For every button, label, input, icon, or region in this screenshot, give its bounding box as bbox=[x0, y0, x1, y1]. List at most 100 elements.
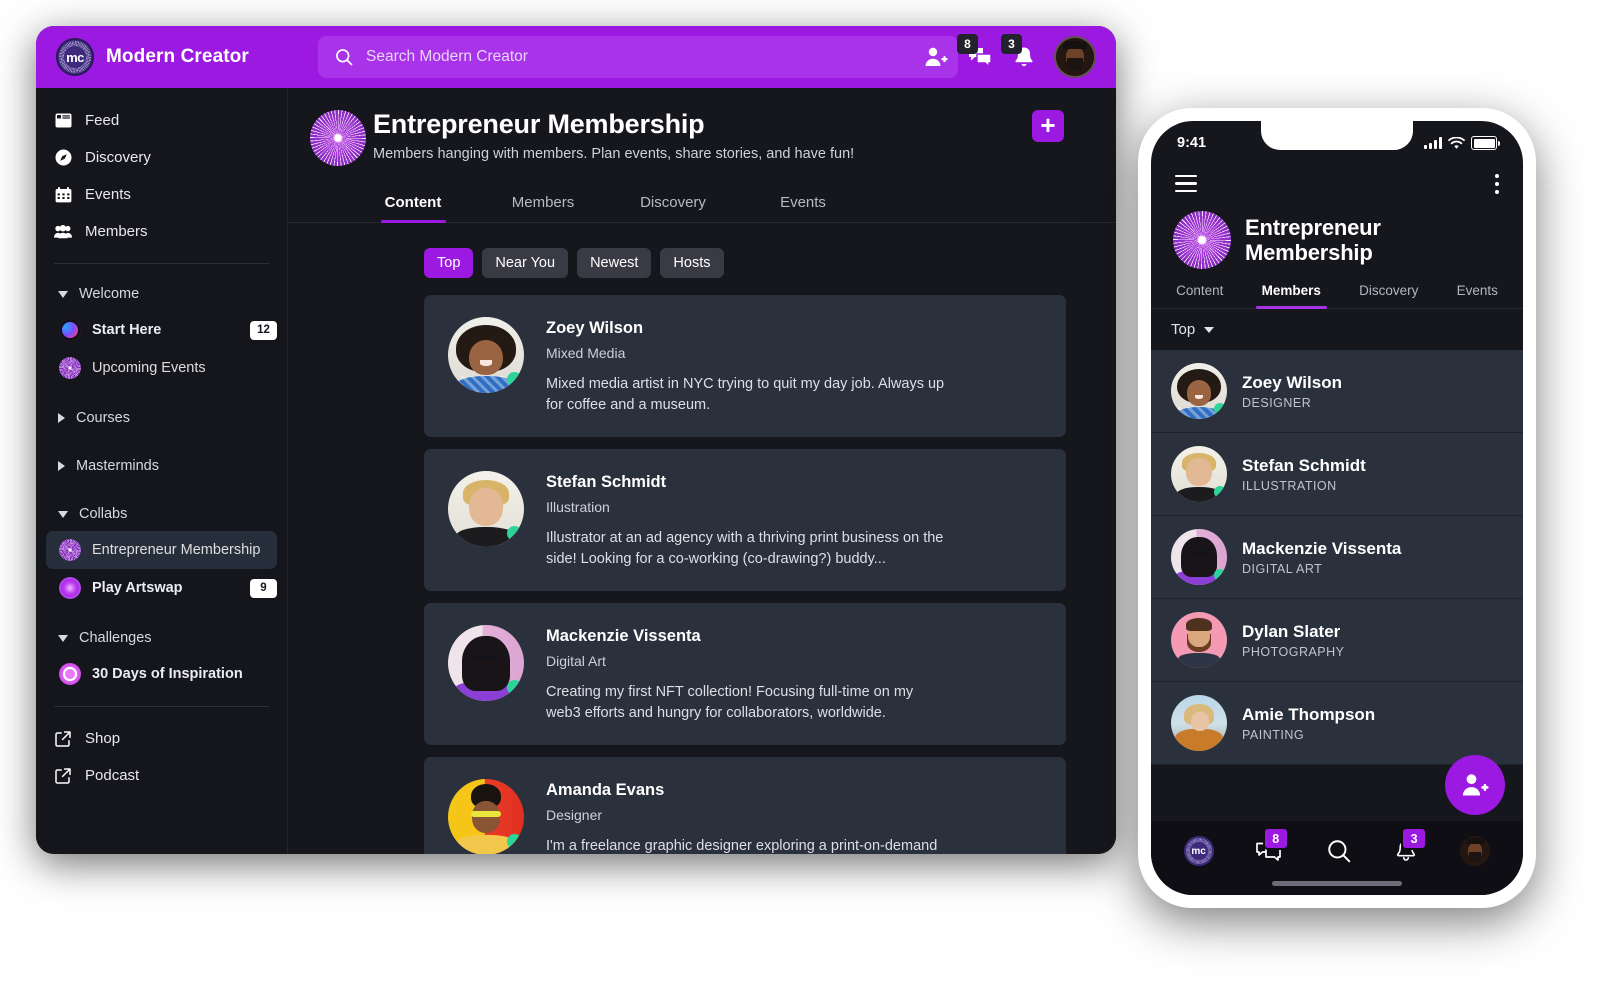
avatar-glasses bbox=[470, 810, 502, 818]
sidebar-group-welcome[interactable]: Welcome bbox=[36, 277, 287, 311]
tab-members[interactable]: Members bbox=[478, 194, 608, 222]
avatar-clothing bbox=[1177, 653, 1221, 668]
tab-members[interactable]: Members bbox=[1255, 283, 1328, 309]
status-time: 9:41 bbox=[1177, 135, 1207, 151]
burst-logo bbox=[1173, 211, 1231, 269]
list-item[interactable]: Amie Thompson PAINTING bbox=[1151, 682, 1523, 765]
hamburger-menu-icon[interactable] bbox=[1175, 174, 1197, 198]
member-name: Zoey Wilson bbox=[546, 319, 644, 337]
table-row[interactable]: Zoey Wilson Mixed Media Mixed media arti… bbox=[424, 295, 1066, 438]
avatar-clothing bbox=[1175, 728, 1223, 751]
avatar bbox=[1171, 695, 1227, 751]
tab-discovery[interactable]: Discovery bbox=[608, 194, 738, 222]
filter-chip-top[interactable]: Top bbox=[424, 248, 474, 278]
sidebar-group-collabs[interactable]: Collabs bbox=[36, 497, 287, 531]
avatar bbox=[448, 471, 524, 548]
sidebar-group-masterminds[interactable]: Masterminds bbox=[36, 449, 287, 483]
notifications-button[interactable]: 3 bbox=[1001, 34, 1038, 71]
filter-chip-newest[interactable]: Newest bbox=[577, 248, 652, 278]
nav-notifications-button[interactable]: 3 bbox=[1393, 827, 1428, 864]
list-item[interactable]: Zoey Wilson DESIGNER bbox=[1151, 350, 1523, 433]
kebab-menu-icon[interactable] bbox=[1495, 174, 1499, 198]
sidebar-item-events[interactable]: Events bbox=[36, 176, 287, 213]
member-info: Dylan Slater PHOTOGRAPHY bbox=[1242, 622, 1345, 659]
member-role: PHOTOGRAPHY bbox=[1242, 644, 1345, 659]
member-role: Designer bbox=[546, 807, 603, 824]
sidebar-group-label: Masterminds bbox=[76, 458, 159, 474]
member-role: DIGITAL ART bbox=[1242, 561, 1323, 576]
tab-discovery[interactable]: Discovery bbox=[1359, 283, 1418, 308]
chevron-down-icon bbox=[1204, 326, 1215, 333]
sidebar-item-play-artswap[interactable]: Play Artswap 9 bbox=[46, 569, 277, 607]
sidebar-item-30-days-of-inspiration[interactable]: 30 Days of Inspiration bbox=[46, 655, 277, 693]
purple-radial-avatar bbox=[59, 577, 81, 599]
sort-dropdown[interactable]: Top bbox=[1151, 309, 1523, 350]
avatar bbox=[1171, 529, 1227, 585]
page-title: Entrepreneur Membership bbox=[1245, 214, 1381, 265]
nav-profile-button[interactable] bbox=[1460, 836, 1491, 866]
unread-count-badge: 9 bbox=[250, 578, 277, 598]
sidebar-item-label: Feed bbox=[85, 112, 120, 129]
mobile-screen: 9:41 Entrepreneur Membership Content Mem… bbox=[1151, 121, 1523, 895]
mobile-topnav bbox=[1151, 165, 1523, 201]
member-bio: Mixed media artist in NYC trying to quit… bbox=[546, 376, 945, 413]
sidebar-item-label: Podcast bbox=[85, 767, 140, 784]
brand-logo-area[interactable]: Modern Creator bbox=[36, 38, 288, 76]
sidebar-item-podcast[interactable]: Podcast bbox=[36, 757, 287, 794]
wifi-icon bbox=[1448, 136, 1465, 149]
avatar-glasses bbox=[473, 654, 499, 661]
messages-button[interactable]: 8 bbox=[957, 34, 994, 71]
sidebar-item-members[interactable]: Members bbox=[36, 213, 287, 250]
mobile-tabs: Content Members Discovery Events bbox=[1151, 277, 1523, 309]
sidebar-item-entrepreneur-membership[interactable]: Entrepreneur Membership bbox=[46, 531, 277, 569]
tab-events[interactable]: Events bbox=[1457, 283, 1498, 308]
add-person-icon bbox=[925, 47, 948, 66]
list-item[interactable]: Mackenzie Vissenta DIGITAL ART bbox=[1151, 516, 1523, 599]
desktop-app-window: Modern Creator Search Modern Creator bbox=[36, 26, 1116, 854]
sidebar-group-courses[interactable]: Courses bbox=[36, 401, 287, 435]
sidebar-item-upcoming-events[interactable]: Upcoming Events bbox=[46, 349, 277, 387]
table-row[interactable]: Stefan Schmidt Illustration Illustrator … bbox=[424, 449, 1066, 592]
filter-chip-hosts[interactable]: Hosts bbox=[660, 248, 724, 278]
desktop-topbar: Modern Creator Search Modern Creator bbox=[36, 26, 1116, 88]
member-info: Amie Thompson PAINTING bbox=[1242, 705, 1375, 742]
add-button[interactable]: + bbox=[1032, 110, 1064, 142]
table-row[interactable]: Amanda Evans Designer I'm a freelance gr… bbox=[424, 757, 1066, 854]
member-role: ILLUSTRATION bbox=[1242, 478, 1337, 493]
external-link-icon bbox=[54, 767, 72, 785]
sidebar-group-label: Collabs bbox=[79, 506, 128, 522]
add-member-fab[interactable] bbox=[1445, 755, 1505, 815]
avatar-hair bbox=[1181, 536, 1217, 578]
list-item[interactable]: Dylan Slater PHOTOGRAPHY bbox=[1151, 599, 1523, 682]
member-name: Mackenzie Vissenta bbox=[1242, 538, 1402, 558]
sidebar-item-discovery[interactable]: Discovery bbox=[36, 139, 287, 176]
messages-badge: 8 bbox=[1262, 827, 1289, 850]
member-info: Mackenzie Vissenta Digital Art Creating … bbox=[546, 625, 946, 723]
tab-events[interactable]: Events bbox=[738, 194, 868, 222]
tab-content[interactable]: Content bbox=[1176, 283, 1223, 308]
device-notch bbox=[1261, 121, 1413, 150]
screenshot-stage: Modern Creator Search Modern Creator bbox=[0, 0, 1600, 981]
filter-chip-near-you[interactable]: Near You bbox=[482, 248, 569, 278]
invite-member-button[interactable] bbox=[922, 43, 950, 71]
sidebar-group-challenges[interactable]: Challenges bbox=[36, 621, 287, 655]
sidebar-item-label: Shop bbox=[85, 730, 121, 747]
sidebar-item-shop[interactable]: Shop bbox=[36, 720, 287, 757]
sidebar-item-feed[interactable]: Feed bbox=[36, 102, 287, 139]
nav-messages-button[interactable]: 8 bbox=[1255, 827, 1289, 864]
burst-avatar bbox=[59, 357, 81, 379]
search-input[interactable]: Search Modern Creator bbox=[318, 36, 958, 78]
tab-content[interactable]: Content bbox=[348, 194, 478, 223]
nav-search-button[interactable] bbox=[1326, 838, 1352, 864]
gradient-ring-avatar bbox=[59, 319, 81, 341]
notifications-badge: 3 bbox=[1001, 34, 1022, 54]
list-item[interactable]: Stefan Schmidt ILLUSTRATION bbox=[1151, 433, 1523, 516]
sidebar-item-start-here[interactable]: Start Here 12 bbox=[46, 311, 277, 349]
nav-home-button[interactable] bbox=[1183, 836, 1214, 866]
calendar-icon bbox=[54, 186, 72, 204]
table-row[interactable]: Mackenzie Vissenta Digital Art Creating … bbox=[424, 603, 1066, 746]
member-info: Stefan Schmidt ILLUSTRATION bbox=[1242, 456, 1366, 493]
sidebar: Feed Discovery Events Members Welcome St… bbox=[36, 88, 288, 854]
user-avatar[interactable] bbox=[1054, 36, 1096, 78]
